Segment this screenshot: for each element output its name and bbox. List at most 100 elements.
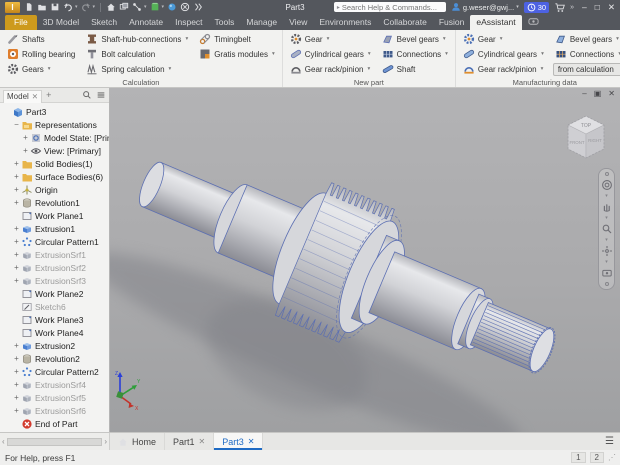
button-shaft[interactable]: Shaft — [380, 62, 450, 76]
ribbon-tab-inspect[interactable]: Inspect — [169, 15, 208, 30]
redo-dropdown-icon[interactable]: ▾ — [93, 4, 96, 10]
navbar-flyout-icon[interactable]: ▾ — [605, 216, 608, 220]
expander-icon[interactable]: + — [12, 250, 21, 259]
expander-icon[interactable]: + — [12, 263, 21, 272]
full-navigation-wheel-icon[interactable] — [601, 179, 613, 191]
tree-item-extrusionsrf3[interactable]: +ExtrusionSrf3 — [0, 274, 109, 287]
close-button[interactable]: ✕ — [608, 2, 615, 13]
expander-icon[interactable]: + — [12, 224, 21, 233]
button-spring-calculation[interactable]: Spring calculation▾ — [84, 62, 190, 76]
scroll-left-icon[interactable]: ‹ — [2, 437, 5, 446]
tree-item-extrusionsrf2[interactable]: +ExtrusionSrf2 — [0, 261, 109, 274]
document-tab-home[interactable]: Home — [110, 433, 165, 450]
tree-item-extrusionsrf1[interactable]: +ExtrusionSrf1 — [0, 248, 109, 261]
ribbon-tab-fusion[interactable]: Fusion — [433, 15, 471, 30]
browser-tab-model[interactable]: Model ✕ — [3, 90, 42, 103]
scrollbar-thumb[interactable] — [7, 438, 103, 446]
expander-icon[interactable]: + — [12, 367, 21, 376]
search-icon[interactable] — [82, 90, 92, 100]
material-dropdown-icon[interactable]: ▾ — [162, 4, 165, 10]
navbar-flyout-icon[interactable]: ▾ — [605, 260, 608, 264]
button-gratis-modules[interactable]: Gratis modules▾ — [197, 47, 277, 61]
home-icon[interactable] — [106, 2, 116, 12]
button-bevel-gears[interactable]: Bevel gears▾ — [553, 32, 620, 46]
button-gears[interactable]: Gears▾ — [5, 62, 77, 76]
tree-item-work-plane1[interactable]: Work Plane1 — [0, 209, 109, 222]
expander-icon[interactable]: + — [12, 380, 21, 389]
ribbon-tab-annotate[interactable]: Annotate — [123, 15, 169, 30]
more-icon[interactable] — [193, 2, 203, 12]
combo-from-calculation[interactable]: from calculation▾ — [553, 63, 620, 76]
navbar-flyout-icon[interactable]: ▾ — [605, 194, 608, 198]
workflow-icon[interactable] — [132, 2, 142, 12]
scroll-right-icon[interactable]: › — [104, 437, 107, 446]
ribbon-tab-manage[interactable]: Manage — [240, 15, 283, 30]
menu-icon[interactable] — [96, 90, 106, 100]
navbar-handle-icon[interactable] — [605, 172, 609, 176]
ribbon-tab-eassistant[interactable]: eAssistant — [470, 15, 521, 30]
model-canvas[interactable] — [110, 88, 620, 432]
button-shaft-hub-connections[interactable]: Shaft-hub-connections▾ — [84, 32, 190, 46]
tree-item-circular-pattern1[interactable]: +Circular Pattern1 — [0, 235, 109, 248]
add-browser-tab-button[interactable]: + — [46, 90, 51, 100]
new-file-icon[interactable] — [24, 2, 34, 12]
expander-icon[interactable]: + — [12, 237, 21, 246]
tree-item-extrusion1[interactable]: +Extrusion1 — [0, 222, 109, 235]
look-at-icon[interactable] — [601, 267, 613, 279]
material-icon[interactable] — [150, 2, 160, 12]
ribbon-tab-3d-model[interactable]: 3D Model — [37, 15, 85, 30]
ribbon-options-icon[interactable] — [528, 16, 539, 27]
ribbon-tab-tools[interactable]: Tools — [209, 15, 241, 30]
expander-icon[interactable]: + — [21, 133, 30, 142]
tree-item-model-state-primary-[interactable]: +Model State: [Primary] — [0, 131, 109, 144]
save-icon[interactable] — [50, 2, 60, 12]
minimize-button[interactable]: ‒ — [582, 2, 587, 12]
open-icon[interactable] — [37, 2, 47, 12]
expander-icon[interactable]: + — [12, 276, 21, 285]
expander-icon[interactable]: + — [12, 393, 21, 402]
button-connections[interactable]: Connections▾ — [553, 47, 620, 61]
tree-item-extrusionsrf5[interactable]: +ExtrusionSrf5 — [0, 391, 109, 404]
appearance-icon[interactable] — [167, 2, 177, 12]
expander-icon[interactable]: + — [12, 185, 21, 194]
expander-icon[interactable]: + — [12, 341, 21, 350]
expander-icon[interactable]: + — [12, 406, 21, 415]
expander-icon[interactable]: + — [12, 159, 21, 168]
tree-item-work-plane4[interactable]: Work Plane4 — [0, 326, 109, 339]
viewport[interactable]: ‒ ▣ ✕ TOPFRONTRIGHT ▾▾▾▾ ZYX — [110, 88, 620, 432]
button-gear[interactable]: Gear▾ — [461, 32, 546, 46]
doc-minimize-button[interactable]: ‒ — [582, 89, 586, 98]
expander-icon[interactable]: + — [12, 198, 21, 207]
search-box[interactable]: ▸ — [334, 2, 446, 12]
tree-item-sketch6[interactable]: Sketch6 — [0, 300, 109, 313]
button-timingbelt[interactable]: Timingbelt — [197, 32, 277, 46]
help-close-icon[interactable] — [180, 2, 190, 12]
ribbon-tab-file[interactable]: File — [5, 15, 37, 30]
tree-item-work-plane3[interactable]: Work Plane3 — [0, 313, 109, 326]
tree-item-extrusion2[interactable]: +Extrusion2 — [0, 339, 109, 352]
tab-list-menu-icon[interactable]: ☰ — [599, 433, 620, 450]
doc-close-button[interactable]: ✕ — [608, 89, 615, 98]
doc-restore-button[interactable]: ▣ — [594, 89, 602, 98]
status-button-1[interactable]: 1 — [571, 452, 585, 463]
workflow-dropdown-icon[interactable]: ▾ — [144, 4, 147, 10]
user-account-button[interactable]: g.weser@gwj... ▾ — [451, 2, 519, 12]
undo-icon[interactable] — [63, 2, 73, 12]
overflow-chevrons-icon[interactable]: » — [570, 4, 573, 11]
resize-grip-icon[interactable]: ⋰ — [608, 453, 615, 462]
navbar-handle-icon[interactable] — [605, 282, 609, 286]
close-tab-icon[interactable]: ✕ — [199, 437, 206, 446]
close-tab-icon[interactable]: ✕ — [248, 437, 255, 446]
button-connections[interactable]: Connections▾ — [380, 47, 450, 61]
button-rolling-bearing[interactable]: Rolling bearing — [5, 47, 77, 61]
tree-item-work-plane2[interactable]: Work Plane2 — [0, 287, 109, 300]
redo-icon[interactable] — [81, 2, 91, 12]
navbar-flyout-icon[interactable]: ▾ — [605, 238, 608, 242]
button-cylindrical-gears[interactable]: Cylindrical gears▾ — [461, 47, 546, 61]
view-cube[interactable]: TOPFRONTRIGHT — [558, 108, 614, 166]
tree-item-extrusionsrf6[interactable]: +ExtrusionSrf6 — [0, 404, 109, 417]
browser-horizontal-scrollbar[interactable]: ‹ › — [0, 433, 110, 450]
zoom-icon[interactable] — [601, 223, 613, 235]
close-icon[interactable]: ✕ — [32, 92, 38, 101]
search-input[interactable] — [342, 3, 443, 12]
